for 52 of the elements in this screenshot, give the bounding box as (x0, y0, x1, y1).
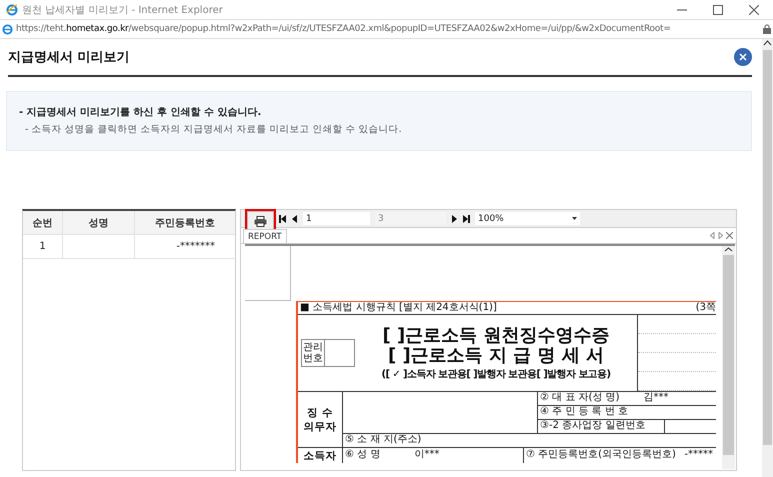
field-label: ⑤ 소 재 지(주소) (344, 434, 422, 447)
report-tab[interactable]: REPORT (243, 229, 287, 243)
page-scrollbar[interactable] (762, 39, 773, 477)
lock-icon (763, 24, 771, 34)
management-number-label: 관리 번호 (302, 340, 325, 366)
page-icon (2, 24, 13, 34)
column-header[interactable]: 성명 (63, 211, 135, 234)
previous-page-icon[interactable] (291, 214, 298, 222)
field-value: -***** (684, 448, 713, 462)
last-page-icon[interactable] (463, 214, 470, 222)
next-tab-icon[interactable] (718, 232, 723, 239)
address-url[interactable]: https://teht.hometax.go.kr/websquare/popup.html?w2xPath=/ui/sf/z/UTESFZAA02.xml&popupID=UTESFZAA02&w2xHome=/ui/pp/&w2xDocumentRoot= (16, 24, 760, 34)
printer-icon (254, 216, 267, 227)
copy-type-options: ([ ✓ ]소득자 보관용[ ]발행자 보관용[ ]발행자 보고용) (382, 368, 610, 380)
table-cell: 1 (23, 235, 63, 258)
viewer-scrollbar[interactable] (722, 246, 735, 469)
table-cell-text: -******* (175, 240, 216, 254)
field-value: 이*** (414, 448, 440, 462)
scroll-up-icon[interactable] (724, 246, 733, 253)
close-icon[interactable] (749, 4, 759, 14)
page-field[interactable]: 1 (303, 212, 370, 225)
page-reference: (3쪽 (696, 302, 716, 314)
window-title: 원천 납세자별 미리보기 - Internet Explorer (22, 4, 223, 16)
notice-heading: - 지급명세서 미리보기를 하신 후 인쇄할 수 있습니다. (19, 106, 262, 119)
column-header[interactable]: 순번 (23, 211, 63, 234)
previous-tab-icon[interactable] (710, 232, 715, 239)
first-page-icon[interactable] (279, 214, 286, 222)
field-label: ⑦ 주민등록번호(외국인등록번호) (526, 448, 676, 462)
earner-label: 소득자 (304, 450, 336, 462)
next-page-icon[interactable] (451, 214, 458, 222)
scroll-up-icon[interactable] (763, 39, 772, 47)
field-label: ④ 주 민 등 록 번 호 (540, 406, 628, 419)
close-icon (739, 53, 747, 61)
field-label: ⑥ 성 명 (345, 448, 380, 462)
zoom-select[interactable]: 100% (475, 212, 580, 225)
form-title: [ ]근로소득 원천징수영수증 (382, 326, 610, 346)
caret-icon (572, 217, 577, 220)
popup-title: 지급명세서 미리보기 (8, 49, 130, 66)
withholder-label: 징 수 의무자 (303, 406, 337, 434)
close-button[interactable] (734, 48, 752, 66)
maximize-icon[interactable] (713, 4, 723, 14)
notice-detail: - 소득자 성명을 클릭하면 소득자의 지급명세서 자료를 미리보고 인쇄할 수 있습니다. (24, 123, 403, 136)
form-reference: ■ 소득세법 시행규칙 [별지 제24호서식(1)] (300, 302, 497, 314)
browser-icon (6, 4, 18, 16)
field-label: ③-2 종사업장 일련번호 (540, 420, 665, 433)
page-count-field: 3 (375, 212, 446, 225)
field-value: 김*** (643, 392, 668, 405)
close-tab-icon[interactable] (726, 232, 733, 239)
form-title: [ ]근로소득 지 급 명 세 서 (388, 346, 604, 366)
page-margin-marker (245, 246, 291, 301)
column-header[interactable]: 주민등록번호 (135, 211, 235, 234)
field-label: ② 대 표 자(성 명) (540, 392, 620, 405)
